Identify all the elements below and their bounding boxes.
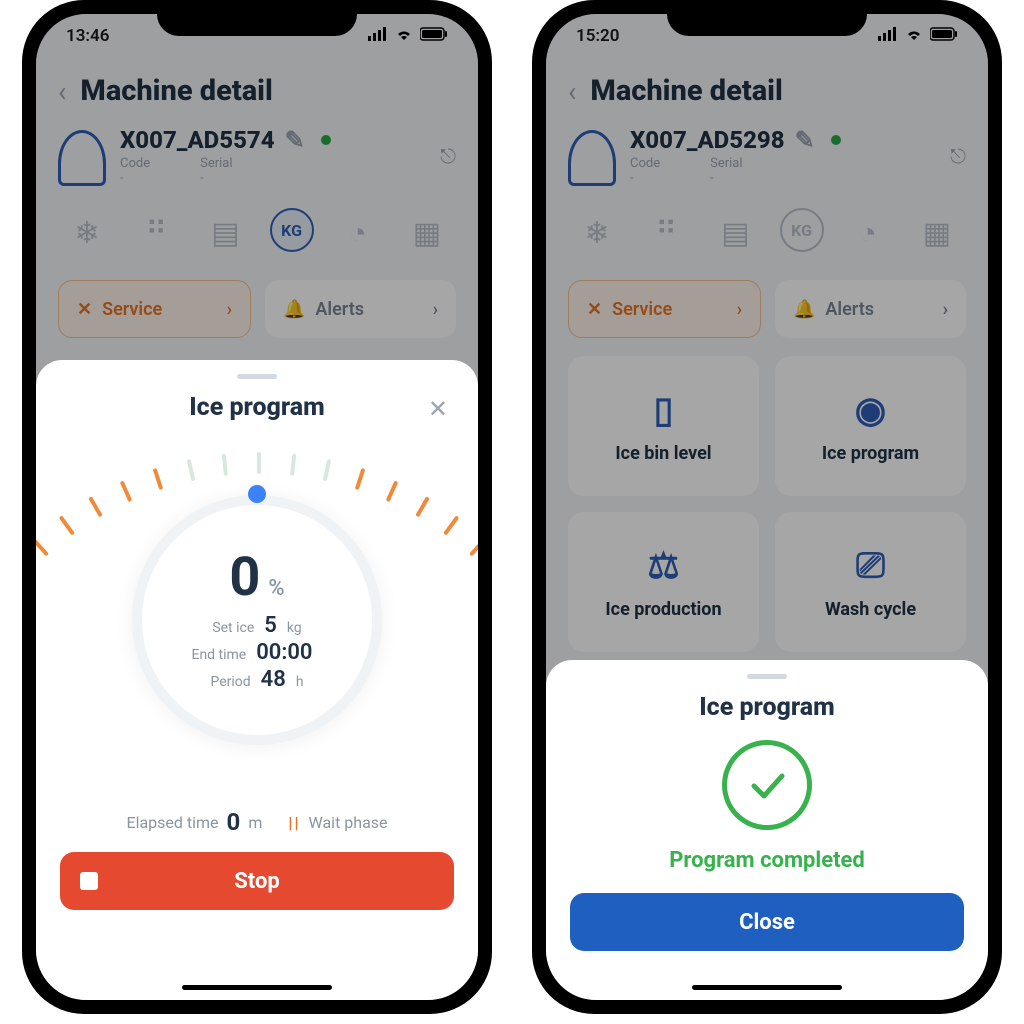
screen: 15:20 ‹ Machine detail — [546, 14, 988, 1000]
phone-left: 13:46 ‹ Machine detail — [22, 0, 492, 1014]
status-icons — [878, 26, 958, 46]
status-time: 15:20 — [576, 26, 619, 46]
sheet-title: Ice program — [699, 693, 835, 722]
battery-icon — [930, 26, 958, 46]
stop-label: Stop — [234, 869, 280, 894]
elapsed-value: 0 — [227, 808, 241, 836]
phase-label: Wait phase — [309, 813, 388, 832]
home-indicator[interactable] — [182, 985, 332, 990]
stop-button[interactable]: Stop — [60, 852, 454, 910]
status-bar: 13:46 — [36, 14, 478, 58]
home-indicator[interactable] — [692, 985, 842, 990]
status-icons — [368, 26, 448, 46]
signal-icon — [878, 26, 898, 46]
drag-handle[interactable] — [237, 374, 277, 379]
stop-icon — [80, 872, 98, 890]
status-time: 13:46 — [66, 26, 109, 46]
phone-right: 15:20 ‹ Machine detail — [532, 0, 1002, 1014]
success-check-icon — [722, 740, 812, 830]
close-button[interactable]: Close — [570, 893, 964, 951]
wifi-icon — [394, 26, 414, 46]
elapsed-row: Elapsed time 0 m || Wait phase — [60, 808, 454, 836]
ice-program-sheet: Ice program ✕ 0%Set ice5kgEnd time00:00P… — [36, 360, 478, 1000]
completed-text: Program completed — [570, 848, 964, 873]
screen: 13:46 ‹ Machine detail — [36, 14, 478, 1000]
signal-icon — [368, 26, 388, 46]
close-icon[interactable]: ✕ — [428, 395, 448, 423]
close-label: Close — [739, 910, 795, 935]
elapsed-label: Elapsed time — [126, 813, 218, 832]
ice-program-complete-sheet: Ice program Program completed Close — [546, 660, 988, 1000]
progress-dial[interactable]: 0%Set ice5kgEnd time00:00Period48h — [77, 440, 437, 800]
elapsed-unit: m — [248, 813, 262, 832]
wifi-icon — [904, 26, 924, 46]
drag-handle[interactable] — [747, 674, 787, 679]
battery-icon — [420, 26, 448, 46]
pause-icon: || — [288, 813, 300, 832]
status-bar: 15:20 — [546, 14, 988, 58]
sheet-title: Ice program — [189, 393, 325, 422]
